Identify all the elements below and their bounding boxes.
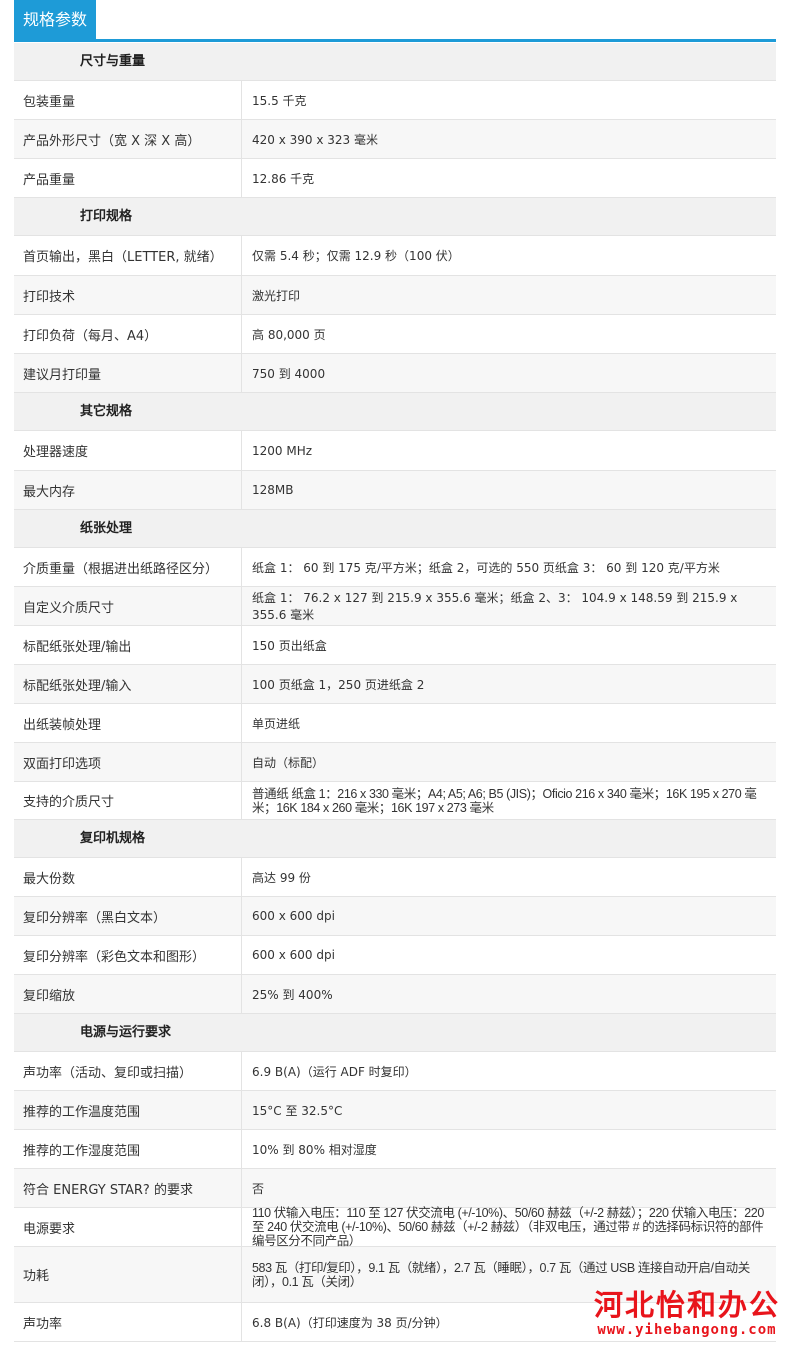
spec-label: 声功率（活动、复印或扫描） [14, 1052, 242, 1090]
spec-label: 建议月打印量 [14, 354, 242, 392]
spec-row: 最大份数 高达 99 份 [14, 858, 776, 897]
spec-label: 标配纸张处理/输出 [14, 626, 242, 664]
spec-label: 标配纸张处理/输入 [14, 665, 242, 703]
tab-specifications[interactable]: 规格参数 [14, 0, 96, 39]
spec-row: 声功率（活动、复印或扫描） 6.9 B(A)（运行 ADF 时复印） [14, 1052, 776, 1091]
spec-value: 普通纸 纸盒 1：216 x 330 毫米；A4; A5; A6; B5 (JI… [252, 786, 757, 815]
spec-label: 功耗 [14, 1247, 242, 1302]
spec-row: 出纸装帧处理 单页进纸 [14, 704, 776, 743]
spec-value: 15.5 千克 [252, 93, 307, 108]
watermark-logo: 河北怡和办公 www.yihebangong.com [594, 1288, 780, 1338]
spec-value: 420 x 390 x 323 毫米 [252, 132, 378, 147]
spec-label: 打印负荷（每月、A4） [14, 315, 242, 353]
spec-row: 推荐的工作湿度范围 10% 到 80% 相对湿度 [14, 1130, 776, 1169]
spec-label: 自定义介质尺寸 [14, 587, 242, 625]
spec-label: 最大份数 [14, 858, 242, 896]
spec-value: 仅需 5.4 秒；仅需 12.9 秒（100 伏） [252, 249, 460, 263]
spec-value: 150 页出纸盒 [252, 638, 327, 653]
spec-label: 产品重量 [14, 159, 242, 197]
spec-label: 首页输出，黑白（LETTER, 就绪） [14, 236, 242, 275]
spec-row: 最大内存 128MB [14, 471, 776, 510]
spec-value: 10% 到 80% 相对湿度 [252, 1142, 377, 1157]
spec-row: 标配纸张处理/输入 100 页纸盒 1，250 页进纸盒 2 [14, 665, 776, 704]
spec-value: 1200 MHz [252, 443, 313, 458]
spec-label: 推荐的工作湿度范围 [14, 1130, 242, 1168]
spec-label: 最大内存 [14, 471, 242, 509]
spec-label: 介质重量（根据进出纸路径区分） [14, 548, 242, 586]
spec-row: 建议月打印量 750 到 4000 [14, 354, 776, 393]
spec-table: 尺寸与重量 包装重量 15.5 千克 产品外形尺寸（宽 X 深 X 高） 420 x 3… [14, 43, 776, 1342]
spec-row: 电源要求 110 伏输入电压：110 至 127 伏交流电 (+/-10%)、50… [14, 1206, 776, 1248]
spec-value: 25% 到 400% [252, 987, 333, 1002]
spec-label: 电源要求 [14, 1208, 242, 1246]
spec-label: 推荐的工作温度范围 [14, 1091, 242, 1129]
spec-label: 双面打印选项 [14, 743, 242, 781]
spec-row: 自定义介质尺寸 纸盒 1： 76.2 x 127 到 215.9 x 355.6 … [14, 587, 776, 626]
section-heading: 尺寸与重量 [14, 43, 776, 81]
spec-label: 出纸装帧处理 [14, 704, 242, 742]
spec-row: 介质重量（根据进出纸路径区分） 纸盒 1： 60 到 175 克/平方米；纸盒 2… [14, 548, 776, 587]
spec-row: 复印分辨率（黑白文本） 600 x 600 dpi [14, 897, 776, 936]
spec-label: 支持的介质尺寸 [14, 782, 242, 819]
spec-label: 产品外形尺寸（宽 X 深 X 高） [14, 120, 242, 158]
section-heading: 其它规格 [14, 393, 776, 431]
spec-value: 100 页纸盒 1，250 页进纸盒 2 [252, 677, 425, 692]
spec-row: 处理器速度 1200 MHz [14, 431, 776, 471]
spec-value: 600 x 600 dpi [252, 909, 335, 923]
spec-label: 处理器速度 [14, 431, 242, 470]
tab-bar: 规格参数 [14, 0, 776, 42]
spec-label: 复印分辨率（黑白文本） [14, 897, 242, 935]
section-heading: 复印机规格 [14, 820, 776, 858]
spec-value: 高 80,000 页 [252, 327, 326, 342]
spec-row: 包装重量 15.5 千克 [14, 81, 776, 120]
spec-value: 110 伏输入电压：110 至 127 伏交流电 (+/-10%)、50/60 … [252, 1206, 764, 1248]
spec-row: 推荐的工作温度范围 15°C 至 32.5°C [14, 1091, 776, 1130]
spec-label: 复印分辨率（彩色文本和图形） [14, 936, 242, 974]
spec-row: 复印缩放 25% 到 400% [14, 975, 776, 1014]
spec-value: 否 [252, 1181, 265, 1196]
spec-value: 600 x 600 dpi [252, 948, 335, 962]
spec-label: 符合 ENERGY STAR? 的要求 [14, 1169, 242, 1207]
spec-row: 产品外形尺寸（宽 X 深 X 高） 420 x 390 x 323 毫米 [14, 120, 776, 159]
spec-value: 自动（标配） [252, 755, 325, 770]
spec-row: 产品重量 12.86 千克 [14, 159, 776, 198]
spec-value: 纸盒 1： 60 到 175 克/平方米；纸盒 2，可选的 550 页纸盒 3：… [252, 560, 720, 575]
spec-label: 复印缩放 [14, 975, 242, 1013]
spec-row: 首页输出，黑白（LETTER, 就绪） 仅需 5.4 秒；仅需 12.9 秒（10… [14, 236, 776, 276]
spec-value: 激光打印 [252, 288, 301, 303]
spec-label: 打印技术 [14, 276, 242, 314]
watermark-title: 河北怡和办公 [593, 1288, 780, 1322]
spec-value: 高达 99 份 [252, 870, 311, 885]
spec-value: 15°C 至 32.5°C [252, 1103, 343, 1118]
spec-value: 单页进纸 [252, 716, 301, 731]
section-heading: 打印规格 [14, 198, 776, 236]
spec-label: 声功率 [14, 1303, 242, 1341]
spec-value: 6.9 B(A)（运行 ADF 时复印） [252, 1064, 417, 1079]
spec-row: 双面打印选项 自动（标配） [14, 743, 776, 782]
spec-value: 纸盒 1： 76.2 x 127 到 215.9 x 355.6 毫米；纸盒 2… [252, 591, 738, 622]
spec-row: 复印分辨率（彩色文本和图形） 600 x 600 dpi [14, 936, 776, 975]
spec-row: 打印技术 激光打印 [14, 276, 776, 315]
spec-value: 750 到 4000 [252, 366, 326, 381]
spec-row: 打印负荷（每月、A4） 高 80,000 页 [14, 315, 776, 354]
spec-row: 标配纸张处理/输出 150 页出纸盒 [14, 626, 776, 665]
watermark-url: www.yihebangong.com [597, 1322, 777, 1338]
section-heading: 电源与运行要求 [14, 1014, 776, 1052]
spec-label: 包装重量 [14, 81, 242, 119]
spec-row: 符合 ENERGY STAR? 的要求否 [14, 1169, 776, 1208]
spec-value: 128MB [252, 483, 294, 497]
spec-row: 支持的介质尺寸 普通纸 纸盒 1：216 x 330 毫米；A4; A5; A6;… [14, 782, 776, 820]
section-heading: 纸张处理 [14, 510, 776, 548]
spec-value: 12.86 千克 [252, 171, 315, 186]
spec-panel: 规格参数 尺寸与重量 包装重量 15.5 千克 产品外形尺寸（宽 X 深 X 高） 42… [14, 0, 776, 1342]
